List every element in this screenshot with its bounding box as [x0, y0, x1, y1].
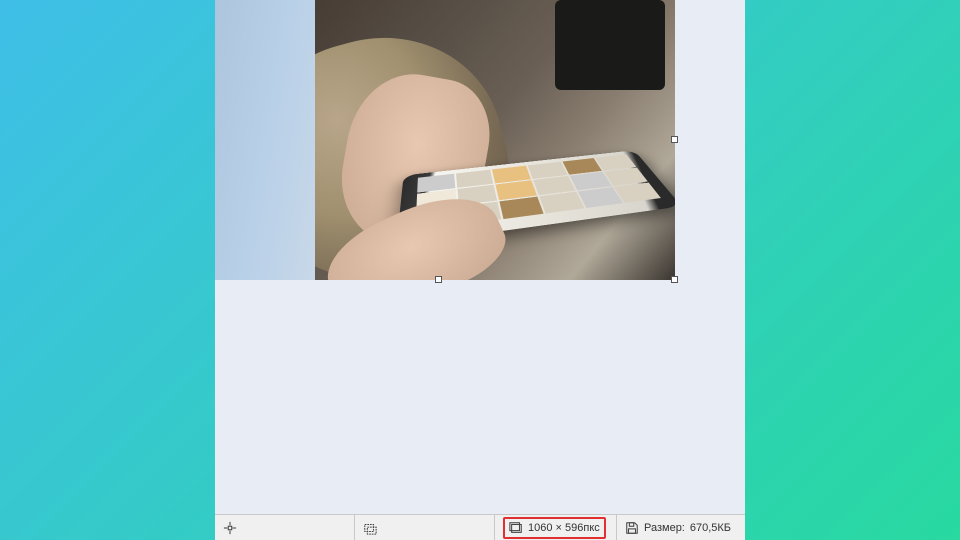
selection-bounds-section — [355, 515, 495, 540]
cursor-position-icon — [223, 521, 237, 535]
file-size-section: Размер: 670,5КБ — [617, 515, 745, 540]
canvas-area[interactable] — [215, 0, 745, 514]
paint-window: 1060 × 596пкс Размер: 670,5КБ — [215, 0, 745, 540]
canvas-dimensions-value: 1060 × 596пкс — [528, 522, 600, 534]
canvas-dimensions-icon — [509, 521, 523, 535]
selection-handle[interactable] — [435, 276, 442, 283]
status-bar: 1060 × 596пкс Размер: 670,5КБ — [215, 514, 745, 540]
file-size-label: Размер: — [644, 522, 685, 534]
diskette-icon — [625, 521, 639, 535]
selection-handle[interactable] — [671, 276, 678, 283]
canvas-image[interactable] — [215, 0, 675, 280]
canvas-dimensions-section: 1060 × 596пкс — [495, 515, 617, 540]
selection-handle[interactable] — [671, 136, 678, 143]
dimensions-highlight: 1060 × 596пкс — [503, 517, 606, 539]
file-size-value: 670,5КБ — [690, 522, 731, 534]
cursor-position-section — [215, 515, 355, 540]
selection-bounds-icon — [363, 521, 377, 535]
